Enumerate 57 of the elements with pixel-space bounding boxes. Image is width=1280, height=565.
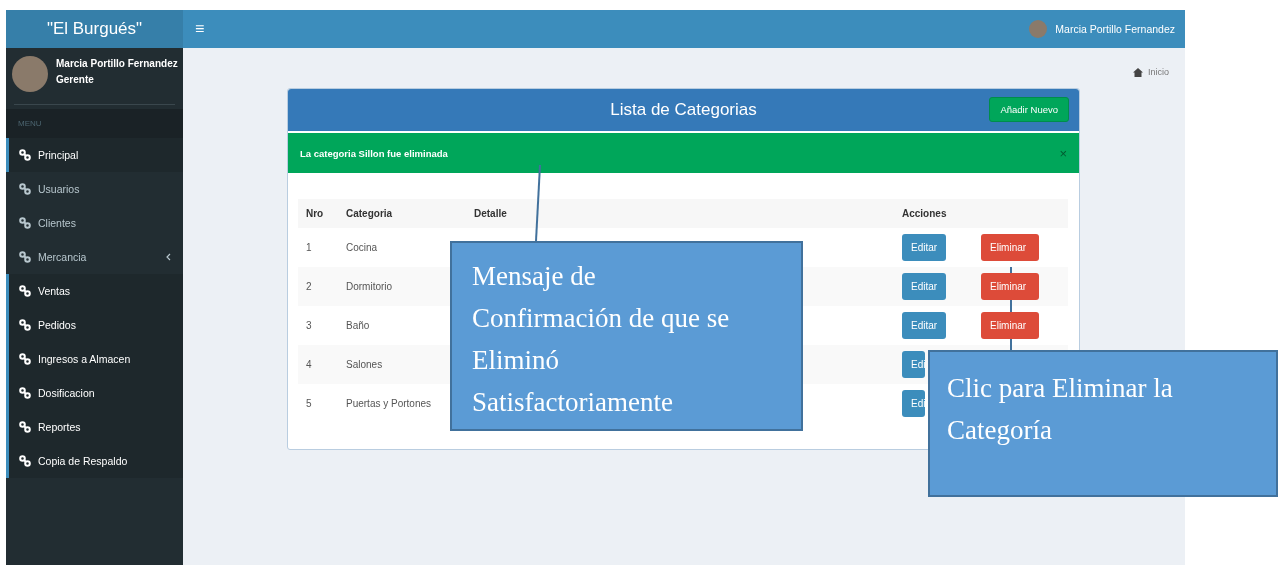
table-cell: 3 — [298, 306, 338, 345]
link-icon — [19, 251, 31, 263]
menu-header: MENU — [6, 109, 183, 138]
sidebar-item[interactable]: Pedidos — [6, 308, 183, 342]
table-cell: 1 — [298, 228, 338, 267]
link-icon — [19, 455, 31, 467]
delete-button[interactable]: Eliminar — [981, 273, 1039, 300]
sidebar-item[interactable]: Mercancia — [6, 240, 183, 274]
link-icon — [19, 285, 31, 297]
close-button[interactable]: × — [1059, 145, 1067, 161]
table-cell: 2 — [298, 267, 338, 306]
link-icon — [19, 387, 31, 399]
delete-button[interactable]: Eliminar — [981, 312, 1039, 339]
user-name[interactable]: Marcia Portillo Fernandez — [1055, 23, 1175, 35]
edit-button[interactable]: Editar — [902, 273, 947, 300]
chevron-left-icon — [165, 253, 171, 261]
table-cell: 4 — [298, 345, 338, 384]
annotation-text: Clic para Eliminar la Categoría — [947, 372, 1174, 447]
home-icon — [1133, 67, 1143, 77]
link-icon — [19, 353, 31, 365]
edit-button[interactable]: Edi — [902, 351, 926, 378]
sidebar-item[interactable]: Reportes — [6, 410, 183, 444]
link-icon — [19, 319, 31, 331]
link-icon — [19, 217, 31, 229]
breadcrumb-link[interactable]: Inicio — [1148, 67, 1169, 77]
table-cell: Puertas y Portones — [338, 384, 466, 423]
edit-button[interactable]: Editar — [902, 234, 947, 261]
sidebar-item[interactable]: Copia de Respaldo — [6, 444, 183, 478]
sidebar-item[interactable]: Ingresos a Almacen — [6, 342, 183, 376]
sidebar-item[interactable]: Ventas — [6, 274, 183, 308]
brand-title[interactable]: "El Burgués" — [6, 10, 183, 48]
table-cell: 5 — [298, 384, 338, 423]
add-button[interactable]: Añadir Nuevo — [989, 97, 1069, 122]
column-header: Nro — [298, 199, 338, 228]
column-header: Acciones — [894, 199, 1068, 228]
menu-toggle[interactable]: ≡ — [195, 20, 205, 38]
sidebar-item[interactable]: Clientes — [6, 206, 183, 240]
user-name: Marcia Portillo Fernandez — [56, 57, 178, 71]
table-cell: Cocina — [338, 228, 466, 267]
column-header: Detalle — [466, 199, 894, 228]
sidebar-item[interactable]: Dosificacion — [6, 376, 183, 410]
link-icon — [19, 149, 31, 161]
annotation-text: Mensaje de Confirmación de que se Eliminó Satisfactoriamente — [472, 260, 731, 419]
sidebar-item[interactable]: Usuarios — [6, 172, 183, 206]
link-icon — [19, 183, 31, 195]
column-header: Categoria — [338, 199, 466, 228]
avatar — [1029, 20, 1048, 38]
sidebar-item[interactable]: Principal — [6, 138, 183, 172]
link-icon — [19, 421, 31, 433]
delete-button[interactable]: Eliminar — [981, 234, 1039, 261]
edit-button[interactable]: Edi — [902, 390, 926, 417]
user-role: Gerente — [56, 73, 95, 87]
alert-message: La categoria Sillon fue eliminada — [300, 147, 448, 159]
avatar — [12, 56, 48, 92]
edit-button[interactable]: Editar — [902, 312, 947, 339]
table-cell: Baño — [338, 306, 466, 345]
card-title: Lista de Categorias — [610, 100, 757, 120]
